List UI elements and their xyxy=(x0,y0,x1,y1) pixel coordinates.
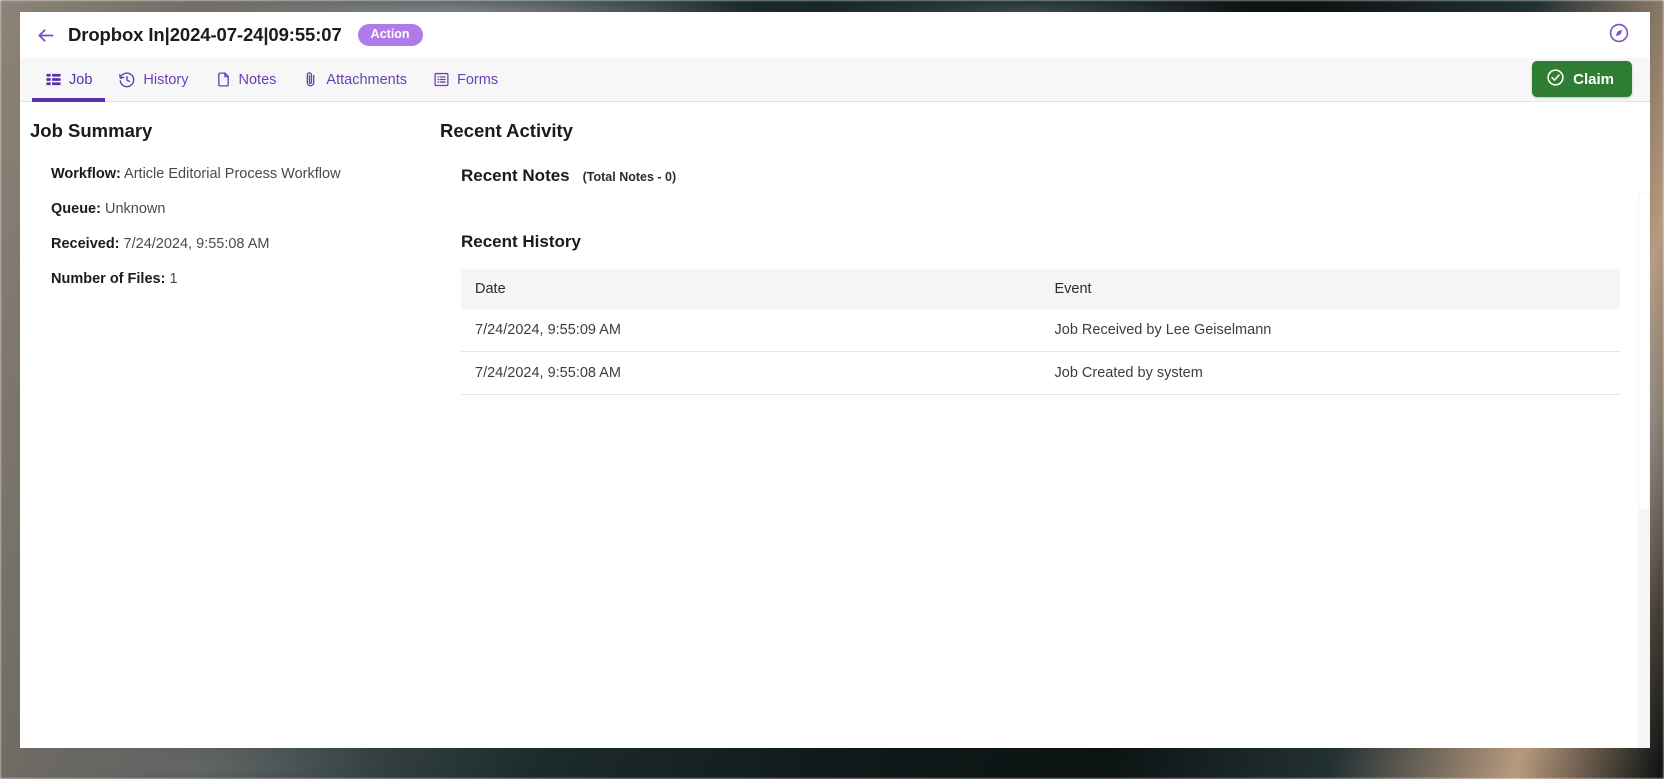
content-area: Job Summary Workflow: Article Editorial … xyxy=(20,102,1650,748)
history-table: Date Event 7/24/2024, 9:55:09 AM Job Rec… xyxy=(461,269,1620,395)
summary-value-workflow: Article Editorial Process Workflow xyxy=(124,166,341,182)
paperclip-icon xyxy=(302,71,319,88)
tab-job[interactable]: Job xyxy=(32,58,106,102)
tab-forms-label: Forms xyxy=(457,71,499,88)
summary-value-received: 7/24/2024, 9:55:08 AM xyxy=(123,236,270,252)
list-grid-icon xyxy=(45,71,62,88)
cell-event: Job Created by system xyxy=(1040,351,1620,395)
tab-notes[interactable]: Notes xyxy=(202,58,290,101)
status-badge: Action xyxy=(357,24,423,46)
history-table-head: Date Event xyxy=(461,269,1620,309)
form-list-icon xyxy=(433,71,450,88)
recent-notes-count: (Total Notes - 0) xyxy=(582,170,677,184)
tab-job-label: Job xyxy=(69,71,93,88)
history-table-body: 7/24/2024, 9:55:09 AM Job Received by Le… xyxy=(461,309,1620,395)
document-icon xyxy=(215,71,232,88)
back-button[interactable] xyxy=(30,20,60,50)
tab-history[interactable]: History xyxy=(105,58,201,101)
recent-history-title: Recent History xyxy=(461,232,581,251)
recent-history-heading: Recent History xyxy=(461,232,1620,252)
compass-button[interactable] xyxy=(1606,22,1632,48)
recent-activity-panel: Recent Activity Recent Notes (Total Note… xyxy=(440,120,1650,748)
recent-notes-title: Recent Notes xyxy=(461,166,570,185)
recent-notes-heading: Recent Notes (Total Notes - 0) xyxy=(461,166,1620,186)
summary-label-workflow: Workflow: xyxy=(51,166,121,182)
check-circle-icon xyxy=(1546,68,1565,91)
summary-row-number-of-files: Number of Files: 1 xyxy=(51,271,440,287)
app-window: Dropbox In|2024-07-24|09:55:07 Action Jo… xyxy=(20,12,1650,748)
summary-row-queue: Queue: Unknown xyxy=(51,201,440,217)
column-header-date[interactable]: Date xyxy=(461,269,1041,309)
vertical-scrollbar[interactable] xyxy=(1638,192,1650,748)
tab-attachments-label: Attachments xyxy=(326,71,407,88)
tab-notes-label: Notes xyxy=(238,71,277,88)
page-title: Dropbox In|2024-07-24|09:55:07 xyxy=(68,24,342,45)
history-table-header-row: Date Event xyxy=(461,269,1620,309)
vertical-scrollbar-thumb[interactable] xyxy=(1639,192,1649,510)
summary-label-received: Received: xyxy=(51,236,120,252)
summary-label-number-of-files: Number of Files: xyxy=(51,271,166,287)
job-summary-list: Workflow: Article Editorial Process Work… xyxy=(30,166,440,287)
header-bar: Dropbox In|2024-07-24|09:55:07 Action xyxy=(20,12,1650,58)
job-summary-panel: Job Summary Workflow: Article Editorial … xyxy=(20,120,440,748)
tab-attachments[interactable]: Attachments xyxy=(289,58,420,101)
summary-value-queue: Unknown xyxy=(104,201,166,217)
recent-history-block: Recent History Date Event 7/24/2024, 9:5… xyxy=(461,232,1620,395)
recent-activity-title: Recent Activity xyxy=(440,120,573,141)
cell-date: 7/24/2024, 9:55:09 AM xyxy=(461,309,1041,352)
cell-date: 7/24/2024, 9:55:08 AM xyxy=(461,351,1041,395)
arrow-left-icon xyxy=(35,25,56,46)
tab-forms[interactable]: Forms xyxy=(420,58,511,101)
column-header-event[interactable]: Event xyxy=(1040,269,1620,309)
summary-row-received: Received: 7/24/2024, 9:55:08 AM xyxy=(51,236,440,252)
tab-history-label: History xyxy=(143,71,189,88)
clock-history-icon xyxy=(118,71,136,89)
table-row[interactable]: 7/24/2024, 9:55:09 AM Job Received by Le… xyxy=(461,309,1620,352)
tab-bar: Job History Notes Attachments Forms Clai… xyxy=(20,58,1650,102)
summary-value-number-of-files: 1 xyxy=(169,271,178,287)
cell-event: Job Received by Lee Geiselmann xyxy=(1040,309,1620,352)
compass-icon xyxy=(1608,22,1630,49)
recent-notes-block: Recent Notes (Total Notes - 0) xyxy=(461,166,1620,186)
claim-button-label: Claim xyxy=(1573,70,1614,88)
table-row[interactable]: 7/24/2024, 9:55:08 AM Job Created by sys… xyxy=(461,351,1620,395)
claim-button[interactable]: Claim xyxy=(1532,61,1632,97)
summary-label-queue: Queue: xyxy=(51,201,101,217)
job-summary-title: Job Summary xyxy=(30,120,153,141)
summary-row-workflow: Workflow: Article Editorial Process Work… xyxy=(51,166,440,182)
